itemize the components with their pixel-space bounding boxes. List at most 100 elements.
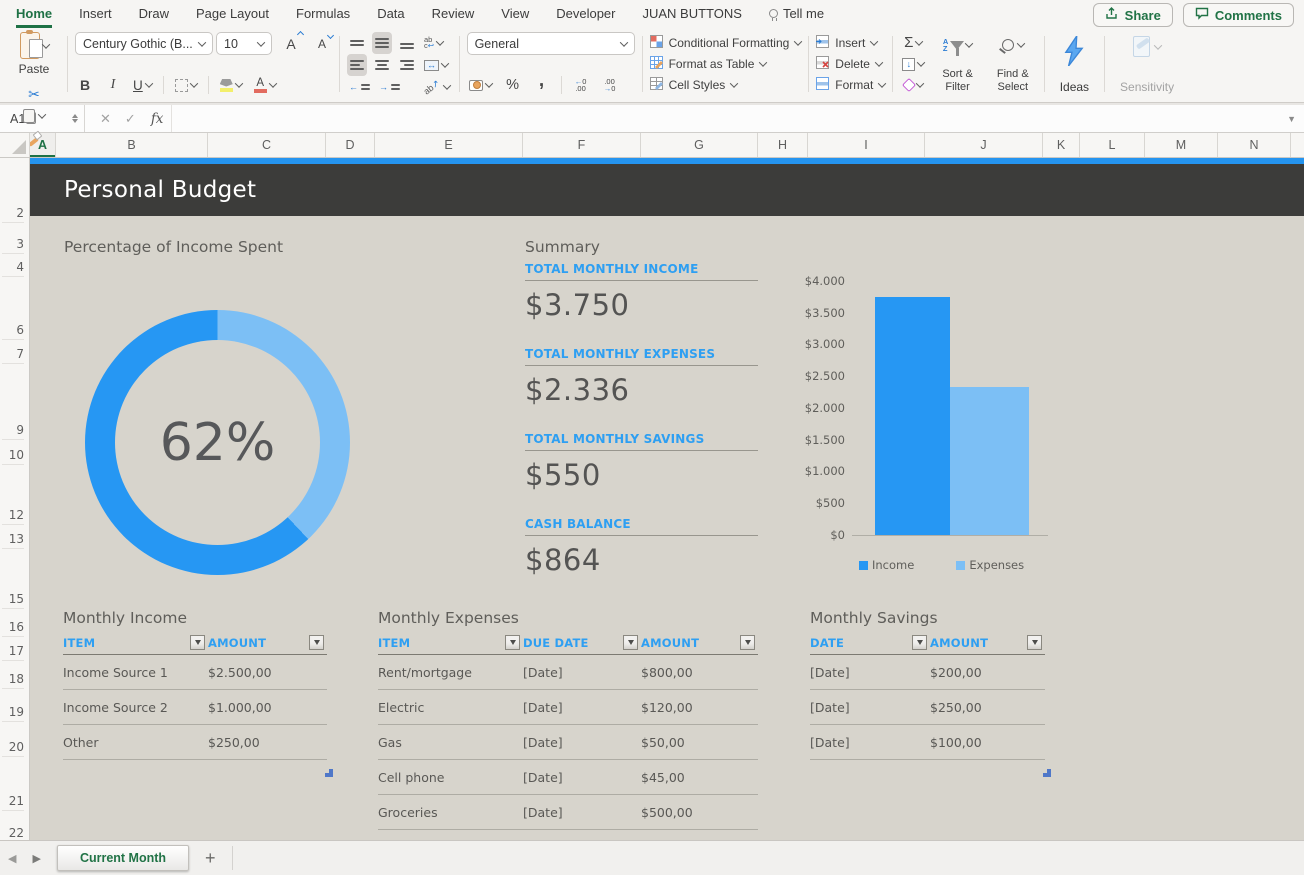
decrease-indent-button[interactable]: ← (347, 76, 372, 98)
column-header-N[interactable]: N (1218, 133, 1291, 157)
filter-button[interactable] (505, 635, 520, 650)
formula-input[interactable] (171, 105, 1279, 132)
text-orientation-button[interactable]: ab↗ (421, 76, 452, 98)
table-column-header[interactable]: ITEM (378, 636, 410, 650)
table-cell[interactable]: [Date] (810, 735, 930, 750)
table-cell[interactable]: $250,00 (208, 735, 327, 750)
paste-button[interactable]: Paste (8, 32, 60, 76)
column-header-K[interactable]: K (1043, 133, 1080, 157)
table-cell[interactable]: $120,00 (641, 700, 758, 715)
chevron-down-icon[interactable] (269, 79, 277, 87)
font-name-select[interactable]: Century Gothic (B... (75, 32, 213, 55)
table-cell[interactable]: Groceries (378, 805, 523, 820)
row-header-19[interactable]: 19 (2, 702, 24, 722)
table-cell[interactable]: [Date] (523, 665, 641, 680)
conditional-formatting-button[interactable]: Conditional Formatting (650, 32, 802, 53)
name-box-stepper[interactable] (72, 114, 78, 123)
table-cell[interactable]: [Date] (523, 770, 641, 785)
table-column-header[interactable]: DUE DATE (523, 636, 589, 650)
row-header-22[interactable]: 22 (2, 823, 24, 840)
enter-icon[interactable]: ✓ (118, 111, 143, 127)
table-cell[interactable]: $800,00 (641, 665, 758, 680)
menu-item-developer[interactable]: Developer (556, 0, 615, 28)
summary-value[interactable]: $3.750 (525, 288, 758, 322)
borders-button[interactable] (173, 74, 199, 96)
increase-indent-button[interactable]: → (377, 76, 402, 98)
row-header-16[interactable]: 16 (2, 617, 24, 637)
table-column-header[interactable]: DATE (810, 636, 844, 650)
table-cell[interactable]: [Date] (523, 805, 641, 820)
table-cell[interactable]: $2.500,00 (208, 665, 327, 680)
table-cell[interactable]: $1.000,00 (208, 700, 327, 715)
column-header-I[interactable]: I (808, 133, 925, 157)
chevron-down-icon[interactable] (916, 79, 924, 87)
align-top-button[interactable] (347, 32, 367, 54)
number-format-select[interactable]: General (467, 32, 635, 55)
row-header-13[interactable]: 13 (2, 529, 24, 549)
sort-filter-button[interactable]: AZ Sort &Filter (934, 32, 981, 96)
table-cell[interactable]: Other (63, 735, 208, 750)
column-header-C[interactable]: C (208, 133, 326, 157)
delete-cells-button[interactable]: Delete (816, 53, 885, 74)
merge-center-button[interactable]: ↔ (422, 54, 450, 76)
bar-chart[interactable]: $4.000$3.500$3.000$2.500$2.000$1.500$1.0… (797, 270, 1067, 582)
accounting-format-button[interactable] (467, 74, 494, 96)
column-header-G[interactable]: G (641, 133, 758, 157)
fill-color-button[interactable] (218, 74, 244, 96)
summary-label[interactable]: CASH BALANCE (525, 517, 758, 536)
table-cell[interactable]: Cell phone (378, 770, 523, 785)
chevron-down-icon[interactable] (41, 40, 49, 48)
table-cell[interactable]: $45,00 (641, 770, 758, 785)
menu-item-draw[interactable]: Draw (139, 0, 169, 28)
table-cell[interactable]: $250,00 (930, 700, 1045, 715)
row-header-9[interactable]: 9 (2, 420, 24, 440)
cut-button[interactable]: ✂ (8, 83, 60, 105)
column-header-J[interactable]: J (925, 133, 1043, 157)
menu-item-insert[interactable]: Insert (79, 0, 112, 28)
table-resize-handle[interactable] (1043, 762, 1051, 781)
align-bottom-button[interactable] (397, 32, 417, 54)
column-header-partial[interactable] (1291, 133, 1304, 157)
menu-item-data[interactable]: Data (377, 0, 404, 28)
italic-button[interactable]: I (103, 74, 123, 96)
menu-item-view[interactable]: View (501, 0, 529, 28)
sheet-canvas[interactable]: 2346791012131516171819202122 Personal Bu… (0, 158, 1304, 840)
find-select-button[interactable]: Find &Select (989, 32, 1037, 96)
table-cell[interactable]: Income Source 2 (63, 700, 208, 715)
align-left-button[interactable] (347, 54, 367, 76)
align-middle-button[interactable] (372, 32, 392, 54)
row-header-12[interactable]: 12 (2, 505, 24, 525)
filter-button[interactable] (190, 635, 205, 650)
table-cell[interactable]: [Date] (523, 700, 641, 715)
column-header-B[interactable]: B (56, 133, 208, 157)
comma-style-button[interactable]: , (532, 74, 552, 96)
row-header-6[interactable]: 6 (2, 320, 24, 340)
table-cell[interactable]: $500,00 (641, 805, 758, 820)
summary-value[interactable]: $864 (525, 543, 758, 577)
table-cell[interactable]: Electric (378, 700, 523, 715)
table-cell[interactable]: [Date] (810, 665, 930, 680)
cell-styles-button[interactable]: Cell Styles (650, 75, 802, 96)
chevron-down-icon[interactable] (235, 79, 243, 87)
chevron-down-icon[interactable] (917, 58, 925, 66)
menu-item-page-layout[interactable]: Page Layout (196, 0, 269, 28)
row-header-3[interactable]: 3 (2, 234, 24, 254)
column-header-M[interactable]: M (1145, 133, 1218, 157)
percent-style-button[interactable]: % (503, 74, 523, 96)
summary-label[interactable]: TOTAL MONTHLY SAVINGS (525, 432, 758, 451)
table-column-header[interactable]: AMOUNT (930, 636, 988, 650)
row-header-15[interactable]: 15 (2, 589, 24, 609)
chevron-down-icon[interactable] (436, 37, 444, 45)
table-cell[interactable]: Rent/mortgage (378, 665, 523, 680)
row-header-4[interactable]: 4 (2, 257, 24, 277)
add-sheet-button[interactable]: + (189, 848, 232, 869)
chevron-down-icon[interactable] (190, 79, 198, 87)
table-cell[interactable]: $100,00 (930, 735, 1045, 750)
row-header-2[interactable]: 2 (2, 203, 24, 223)
name-box[interactable]: A1 (0, 112, 72, 126)
summary-label[interactable]: TOTAL MONTHLY EXPENSES (525, 347, 758, 366)
table-title[interactable]: Monthly Expenses (378, 609, 758, 631)
chevron-down-icon[interactable] (441, 59, 449, 67)
format-as-table-button[interactable]: Format as Table (650, 53, 802, 74)
table-cell[interactable]: [Date] (523, 735, 641, 750)
